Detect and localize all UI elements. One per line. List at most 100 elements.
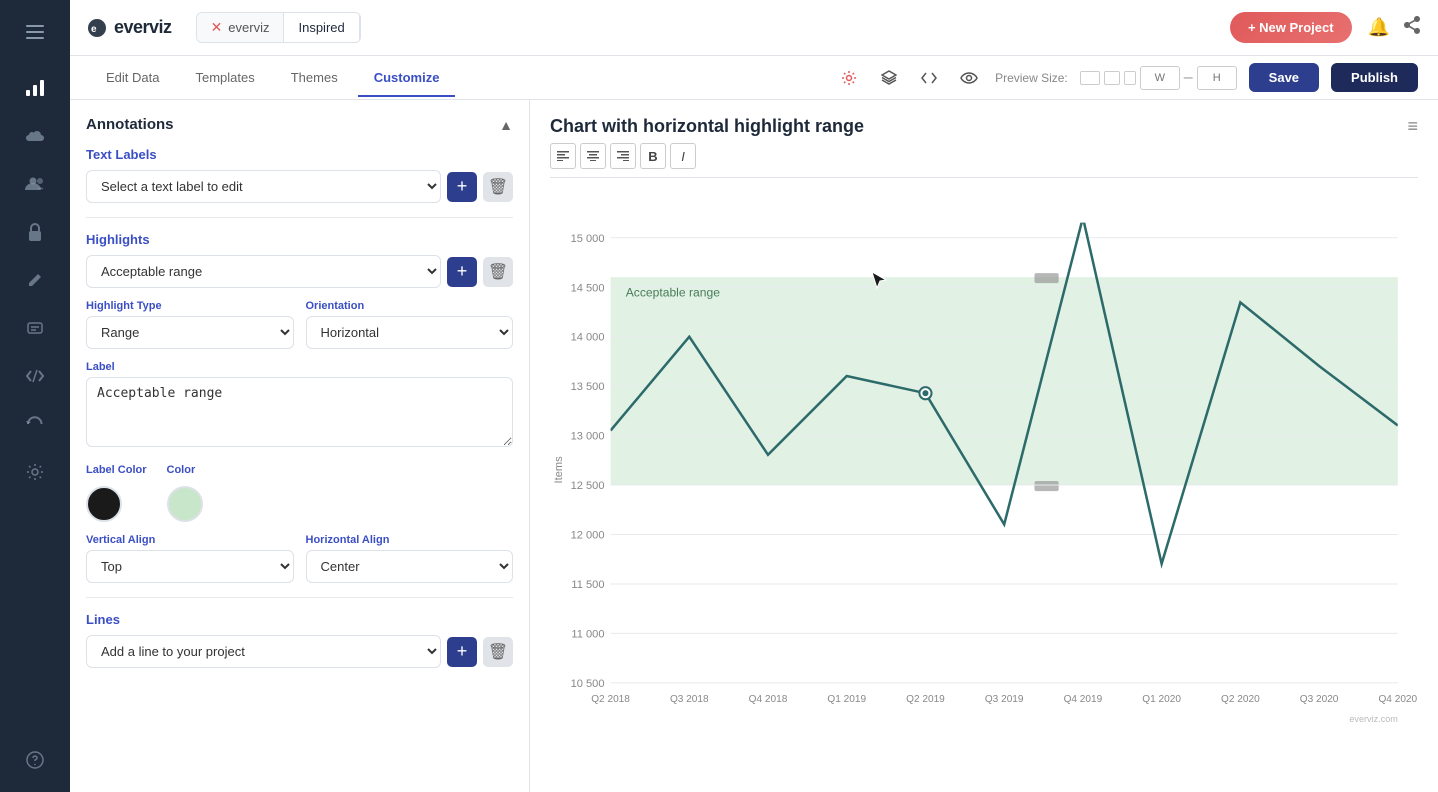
preview-mobile-btn[interactable]: [1124, 71, 1136, 85]
svg-text:Q1 2020: Q1 2020: [1142, 694, 1181, 705]
svg-text:Q4 2019: Q4 2019: [1064, 694, 1103, 705]
nav-pen-icon[interactable]: [15, 260, 55, 300]
text-labels-title: Text Labels: [86, 147, 513, 162]
preview-height-input[interactable]: [1197, 66, 1237, 90]
label-color-col: Label Color: [86, 464, 147, 522]
chart-area: Chart with horizontal highlight range ≡ …: [530, 100, 1438, 792]
add-line-button[interactable]: +: [447, 637, 477, 667]
svg-text:11 500: 11 500: [571, 579, 604, 591]
orientation-select[interactable]: Horizontal: [306, 316, 514, 349]
svg-text:14 500: 14 500: [571, 282, 605, 294]
template-name: Inspired: [298, 20, 344, 35]
new-project-button[interactable]: + New Project: [1230, 12, 1352, 43]
preview-tablet-btn[interactable]: [1104, 71, 1120, 85]
data-point-inner: [922, 390, 928, 396]
highlight-color-swatch[interactable]: [167, 486, 203, 522]
breadcrumb-close[interactable]: ✕ everviz: [197, 13, 285, 42]
annotations-title: Annotations: [86, 116, 174, 133]
project-name: everviz: [228, 20, 269, 35]
color-row: Label Color Color: [86, 464, 513, 522]
vertical-align-select[interactable]: Top: [86, 550, 294, 583]
nav-chart-icon[interactable]: [15, 68, 55, 108]
color-col: Color: [167, 464, 203, 522]
text-label-select[interactable]: Select a text label to edit: [86, 170, 441, 203]
align-center-button[interactable]: [580, 143, 606, 169]
nav-help-icon[interactable]: [15, 740, 55, 780]
nav-cloud-icon[interactable]: [15, 116, 55, 156]
svg-text:Q4 2018: Q4 2018: [749, 694, 788, 705]
breadcrumb-template[interactable]: Inspired: [284, 14, 359, 41]
align-right-button[interactable]: [610, 143, 636, 169]
vertical-align-label: Vertical Align: [86, 534, 294, 546]
header-actions: 🔔: [1368, 15, 1422, 40]
preview-sizes: –: [1080, 66, 1237, 90]
lines-row: Add a line to your project + 🗑: [86, 635, 513, 668]
svg-text:Q3 2020: Q3 2020: [1300, 694, 1339, 705]
logo: e everviz: [86, 17, 172, 38]
tab-customize[interactable]: Customize: [358, 60, 456, 97]
nav-refresh-icon[interactable]: [15, 404, 55, 444]
annotations-header: Annotations ▲: [86, 116, 513, 133]
bold-button[interactable]: B: [640, 143, 666, 169]
preview-width-input[interactable]: [1140, 66, 1180, 90]
add-highlight-button[interactable]: +: [447, 257, 477, 287]
delete-highlight-button[interactable]: 🗑: [483, 257, 513, 287]
svg-text:12 500: 12 500: [571, 480, 605, 492]
tab-bar: Edit Data Templates Themes Customize Pre…: [70, 56, 1438, 100]
horizontal-align-select[interactable]: Center: [306, 550, 514, 583]
notifications-icon[interactable]: 🔔: [1368, 17, 1390, 38]
add-text-label-button[interactable]: +: [447, 172, 477, 202]
settings-tool-icon[interactable]: [835, 64, 863, 92]
highlights-title: Highlights: [86, 232, 513, 247]
tab-edit-data[interactable]: Edit Data: [90, 60, 175, 97]
highlight-select[interactable]: Acceptable range: [86, 255, 441, 288]
tab-templates[interactable]: Templates: [179, 60, 270, 97]
align-row: Vertical Align Top Horizontal Align Cent…: [86, 534, 513, 583]
code-tool-icon[interactable]: [915, 64, 943, 92]
highlight-type-label: Highlight Type: [86, 300, 294, 312]
eye-tool-icon[interactable]: [955, 64, 983, 92]
label-color-label: Label Color: [86, 464, 147, 476]
tab-themes[interactable]: Themes: [275, 60, 354, 97]
svg-text:11 000: 11 000: [571, 628, 604, 640]
svg-text:13 500: 13 500: [571, 381, 605, 393]
nav-edit-icon[interactable]: [15, 308, 55, 348]
chart-title-bar: Chart with horizontal highlight range ≡: [550, 116, 1418, 137]
highlight-type-col: Highlight Type Range: [86, 300, 294, 349]
left-nav: [0, 0, 70, 792]
align-left-button[interactable]: [550, 143, 576, 169]
highlights-row: Acceptable range + 🗑: [86, 255, 513, 288]
svg-text:Q1 2019: Q1 2019: [827, 694, 866, 705]
preview-size-label: Preview Size:: [995, 71, 1068, 85]
svg-text:Q4 2020: Q4 2020: [1378, 694, 1417, 705]
breadcrumb: ✕ everviz Inspired: [196, 12, 361, 43]
save-button[interactable]: Save: [1249, 63, 1319, 92]
svg-text:Q2 2020: Q2 2020: [1221, 694, 1260, 705]
svg-text:14 000: 14 000: [571, 332, 605, 344]
svg-text:Q3 2018: Q3 2018: [670, 694, 709, 705]
label-textarea[interactable]: Acceptable range: [86, 377, 513, 447]
chart-credit: everviz.com: [1349, 714, 1397, 724]
highlight-type-select[interactable]: Range: [86, 316, 294, 349]
highlight-type-orientation-row: Highlight Type Range Orientation Horizon…: [86, 300, 513, 349]
label-color-swatch[interactable]: [86, 486, 122, 522]
publish-button[interactable]: Publish: [1331, 63, 1418, 92]
divider-2: [86, 597, 513, 598]
nav-users-icon[interactable]: [15, 164, 55, 204]
share-icon[interactable]: [1402, 15, 1422, 40]
delete-line-button[interactable]: 🗑: [483, 637, 513, 667]
horizontal-align-label: Horizontal Align: [306, 534, 514, 546]
nav-code-icon[interactable]: [15, 356, 55, 396]
lines-select[interactable]: Add a line to your project: [86, 635, 441, 668]
nav-settings-icon[interactable]: [15, 452, 55, 492]
nav-lock-icon[interactable]: [15, 212, 55, 252]
italic-button[interactable]: I: [670, 143, 696, 169]
highlight-band: [611, 277, 1398, 485]
layers-tool-icon[interactable]: [875, 64, 903, 92]
delete-text-label-button[interactable]: 🗑: [483, 172, 513, 202]
chart-menu-icon[interactable]: ≡: [1407, 116, 1418, 137]
nav-menu-icon[interactable]: [15, 12, 55, 52]
collapse-annotations-button[interactable]: ▲: [499, 117, 513, 133]
divider-1: [86, 217, 513, 218]
preview-desktop-btn[interactable]: [1080, 71, 1100, 85]
